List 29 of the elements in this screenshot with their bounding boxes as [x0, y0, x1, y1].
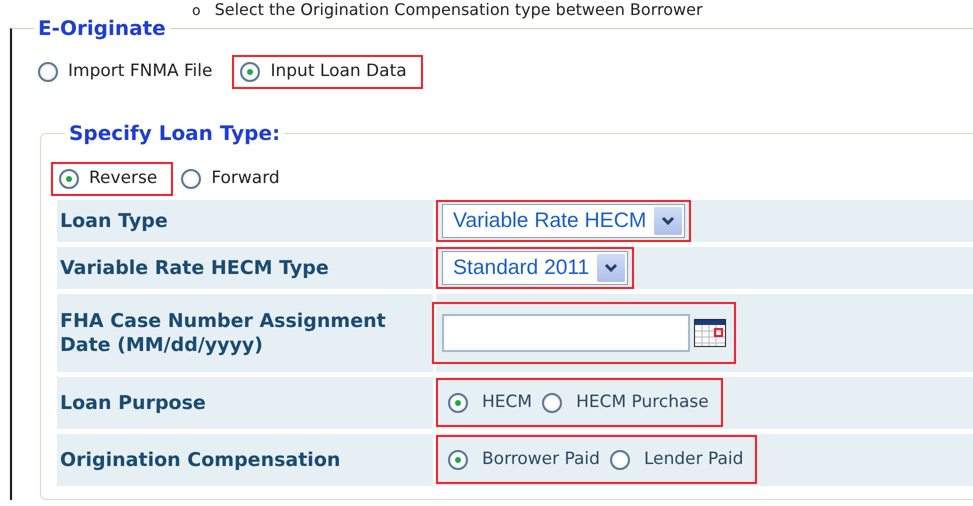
dropdown[interactable]: Standard 2011	[442, 250, 628, 284]
radio-button[interactable]	[448, 392, 468, 412]
field-label: Variable Rate HECM Type	[57, 246, 433, 288]
caret-icon	[654, 206, 682, 234]
field-label: Loan Type	[57, 200, 433, 242]
caret-icon	[597, 254, 626, 282]
field-label: Loan Purpose	[57, 376, 433, 428]
field-label: Origination Compensation	[57, 434, 433, 486]
radio-button[interactable]	[38, 62, 58, 82]
radio-button[interactable]	[59, 168, 79, 189]
dropdown[interactable]: Variable Rate HECM	[442, 204, 686, 238]
instruction-text: Select the Origination Compensation type between Borrower	[214, 0, 703, 19]
radio-button[interactable]	[610, 450, 630, 470]
radio-label[interactable]: Borrower Paid	[482, 446, 600, 472]
radio-label[interactable]: Lender Paid	[644, 446, 744, 472]
radio-label[interactable]: Reverse	[89, 166, 158, 192]
radio-label[interactable]: HECM	[482, 390, 532, 416]
radio-label[interactable]: Import FNMA File	[68, 59, 212, 84]
bullet-marker: o	[192, 3, 201, 19]
date-field[interactable]	[442, 314, 690, 352]
radio-button[interactable]	[181, 168, 202, 189]
radio-button[interactable]	[448, 450, 468, 470]
radio-button[interactable]	[240, 62, 260, 82]
radio-label[interactable]: Input Loan Data	[270, 59, 407, 84]
radio-label[interactable]: HECM Purchase	[576, 390, 709, 416]
radio-button[interactable]	[542, 392, 562, 412]
field-label: FHA Case Number Assignment Date (MM/dd/yyyy)	[57, 294, 433, 372]
calendar-icon[interactable]	[694, 318, 726, 346]
radio-label[interactable]: Forward	[211, 166, 280, 192]
